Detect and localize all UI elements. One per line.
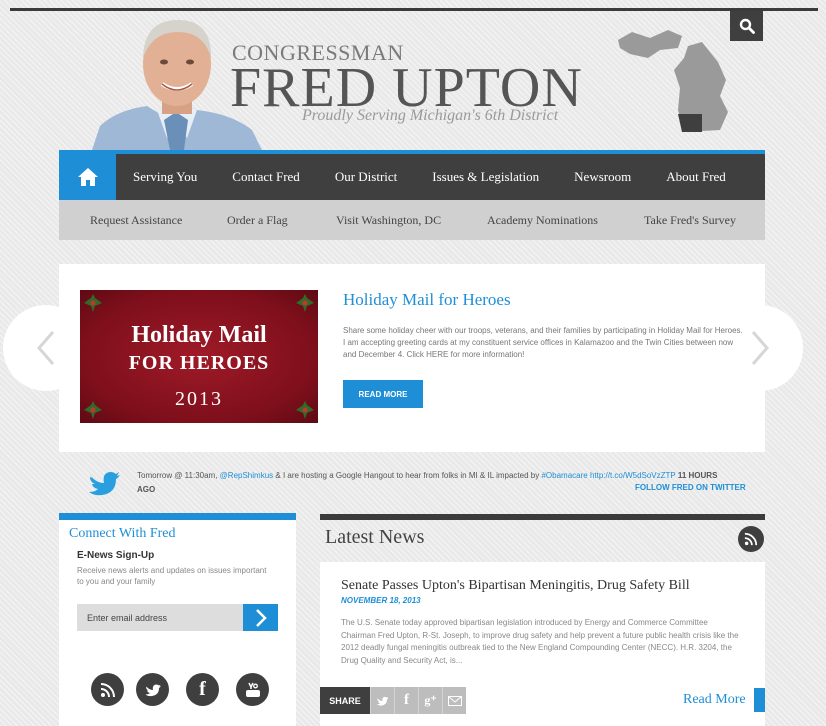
facebook-icon: f xyxy=(199,678,206,700)
share-google-plus-button[interactable]: g⁺ xyxy=(418,687,442,714)
facebook-button[interactable]: f xyxy=(186,673,219,706)
chevron-right-icon xyxy=(255,608,267,627)
news-bar xyxy=(320,514,765,520)
top-bar xyxy=(10,8,818,11)
holiday-mail-image[interactable]: Holiday Mail FOR HEROES 2013 xyxy=(80,290,318,423)
home-button[interactable] xyxy=(59,154,116,200)
nav-issues-legislation[interactable]: Issues & Legislation xyxy=(432,154,539,200)
subnav-visit-washington[interactable]: Visit Washington, DC xyxy=(336,200,441,240)
chevron-right-icon xyxy=(751,331,769,365)
slider-prev-button[interactable] xyxy=(3,305,89,391)
sub-nav: Request Assistance Order a Flag Visit Wa… xyxy=(59,200,765,240)
slide-title[interactable]: Holiday Mail for Heroes xyxy=(343,290,511,310)
facebook-icon: f xyxy=(404,692,409,708)
share-twitter-button[interactable] xyxy=(370,687,394,714)
youtube-button[interactable] xyxy=(236,673,269,706)
latest-news-title: Latest News xyxy=(325,526,425,548)
share-label: SHARE xyxy=(320,687,370,714)
follow-twitter-link[interactable]: FOLLOW FRED ON TWITTER xyxy=(635,483,746,492)
read-more-accent xyxy=(754,688,765,712)
enews-description: Receive news alerts and updates on issue… xyxy=(77,566,267,586)
promo-year: 2013 xyxy=(175,388,223,410)
share-facebook-button[interactable]: f xyxy=(394,687,418,714)
tweet-mention-link[interactable]: @RepShimkus xyxy=(220,471,273,480)
holly-icon xyxy=(84,294,102,312)
rss-button[interactable] xyxy=(91,673,124,706)
connect-title: Connect With Fred xyxy=(69,526,176,541)
twitter-icon xyxy=(145,684,161,696)
nav-our-district[interactable]: Our District xyxy=(335,154,397,200)
google-plus-icon: g⁺ xyxy=(424,693,437,707)
nav-contact-fred[interactable]: Contact Fred xyxy=(232,154,300,200)
article-title[interactable]: Senate Passes Upton's Bipartisan Meningi… xyxy=(341,578,690,594)
twitter-icon xyxy=(376,696,389,706)
article-excerpt: The U.S. Senate today approved bipartisa… xyxy=(341,618,739,665)
subnav-order-flag[interactable]: Order a Flag xyxy=(227,200,288,240)
main-nav: Serving You Contact Fred Our District Is… xyxy=(59,150,765,200)
promo-title-line2: FOR HEROES xyxy=(128,352,270,374)
tweet-url-link[interactable]: http://t.co/W5dSoVzZTP xyxy=(590,471,676,480)
header-tagline: Proudly Serving Michigan's 6th District xyxy=(302,107,559,124)
tweet-hashtag-link[interactable]: #Obamacare xyxy=(541,471,587,480)
rss-icon xyxy=(744,532,758,546)
promo-title-line1: Holiday Mail xyxy=(131,322,267,348)
twitter-button[interactable] xyxy=(136,673,169,706)
subnav-request-assistance[interactable]: Request Assistance xyxy=(90,200,182,240)
email-input[interactable] xyxy=(77,604,243,631)
read-more-link[interactable]: Read More xyxy=(683,692,746,708)
subnav-take-survey[interactable]: Take Fred's Survey xyxy=(644,200,736,240)
subnav-academy-nominations[interactable]: Academy Nominations xyxy=(487,200,598,240)
michigan-map xyxy=(610,18,740,138)
share-email-button[interactable] xyxy=(442,687,466,714)
search-icon xyxy=(739,18,755,34)
read-more-button[interactable]: READ MORE xyxy=(343,380,423,408)
nav-about-fred[interactable]: About Fred xyxy=(666,154,726,200)
holly-icon xyxy=(296,294,314,312)
share-bar: SHARE f g⁺ xyxy=(320,687,466,714)
enews-label: E-News Sign-Up xyxy=(77,550,155,561)
nav-serving-you[interactable]: Serving You xyxy=(133,154,197,200)
news-rss-button[interactable] xyxy=(738,526,764,552)
email-submit-button[interactable] xyxy=(243,604,278,631)
chevron-left-icon xyxy=(37,331,55,365)
youtube-icon xyxy=(245,682,260,697)
nav-newsroom[interactable]: Newsroom xyxy=(574,154,631,200)
twitter-bird-icon xyxy=(89,472,120,496)
home-icon xyxy=(77,168,98,186)
article-date: NOVEMBER 18, 2013 xyxy=(341,596,421,605)
email-icon xyxy=(447,695,462,706)
rss-icon xyxy=(100,682,115,697)
slide-description: Share some holiday cheer with our troops… xyxy=(343,326,743,359)
